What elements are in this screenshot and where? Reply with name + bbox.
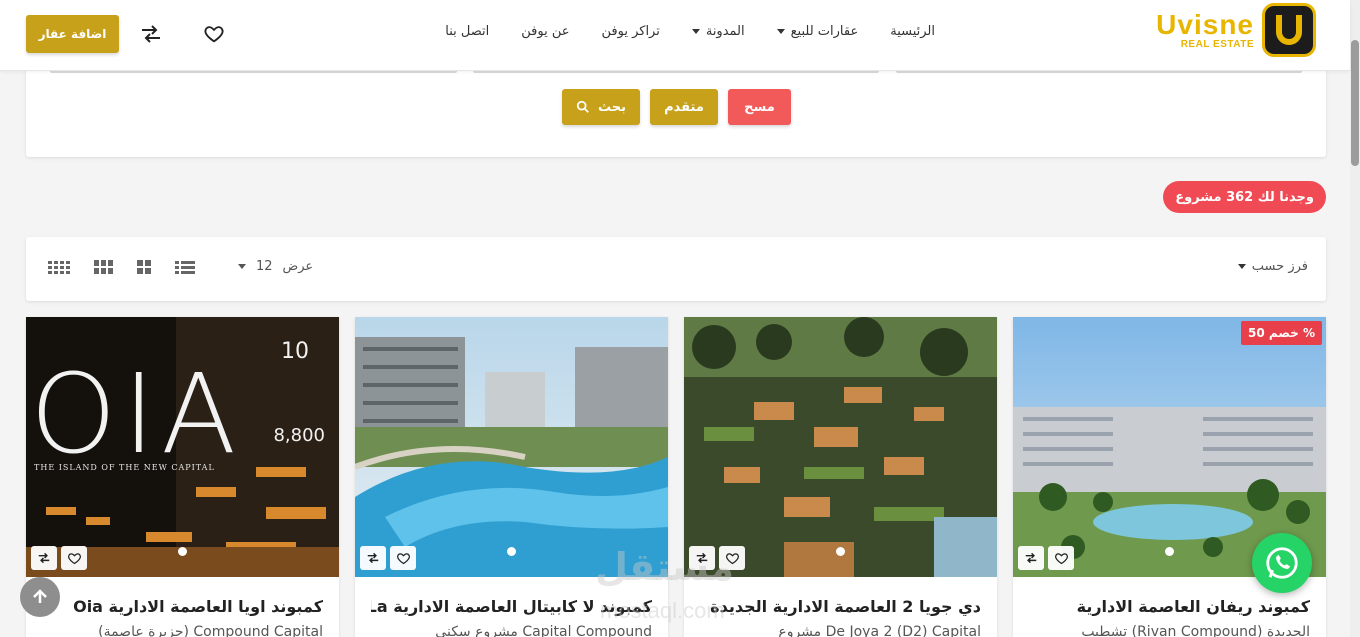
grid-4-view-icon[interactable] [48,260,70,274]
nav-about[interactable]: عن يوفن [521,24,569,39]
view-switcher [48,260,195,274]
property-subtitle: De Joya 2 (D2) Capital مشروع [778,624,981,637]
per-page-value: 12 [256,259,273,274]
nav-contact[interactable]: اتصل بنا [445,24,489,39]
nav-label: عن يوفن [521,24,570,39]
chevron-down-icon [691,29,700,34]
chevron-down-icon [1237,264,1246,269]
add-property-button[interactable]: اضافة عقار [26,15,119,53]
search-icon [576,100,589,113]
logo-name: Uvisne [1156,8,1254,40]
select-field[interactable] [896,71,1302,73]
discount-badge: خصم 50 % [1241,321,1322,345]
watermark-arabic: مستقل [595,545,734,589]
advanced-search-button[interactable]: متقدم [650,89,718,125]
card-actions [360,546,416,570]
property-title[interactable]: كمبوند اويا العاصمة الادارية Oia [42,597,323,616]
promo-years: 10 [281,339,309,364]
scrollbar-thumb[interactable] [1351,40,1359,166]
card-actions [1018,546,1074,570]
listing-toolbar: فرز حسب 12 عرض [26,237,1326,301]
oia-brand: OIA [30,350,243,478]
chevron-down-icon [238,264,246,269]
property-photo [355,317,668,577]
logo-mark-icon [1262,3,1316,57]
select-field[interactable] [473,71,879,73]
oia-tagline: THE ISLAND OF THE NEW CAPITAL [34,463,215,472]
nav-tracker[interactable]: تراكر يوفن [602,24,660,39]
logo[interactable]: Uvisne REAL ESTATE [1156,2,1316,58]
favorite-heart-icon[interactable] [61,546,87,570]
compare-icon[interactable] [138,22,164,46]
grid-3-view-icon[interactable] [94,260,113,274]
clear-button[interactable]: مسح [728,89,791,125]
watermark-latin: mostaql.com [600,598,725,623]
search-button-label: بحث [597,99,626,115]
results-count-badge: وجدنا لك 362 مشروع [1163,181,1326,213]
carousel-dot[interactable] [507,547,516,556]
per-page-dropdown[interactable]: 12 عرض [238,259,313,274]
page-scrollbar[interactable] [1350,0,1360,637]
nav-label: اتصل بنا [445,24,490,39]
main-nav: الرئيسية عقارات للبيع المدونة تراكر يوفن… [445,24,935,39]
card-actions [31,546,87,570]
carousel-dot[interactable] [178,547,187,556]
nav-label: تراكر يوفن [601,24,660,39]
property-card[interactable]: كمبوند لا كابيتال العاصمة الادارية La Ca… [355,317,668,637]
nav-label: المدونة [705,24,745,39]
compare-icon[interactable] [31,546,57,570]
favorites-heart-icon[interactable] [203,23,225,45]
property-card[interactable]: دي جويا 2 العاصمة الادارية الجديدة De Jo… [684,317,997,637]
property-title[interactable]: كمبوند ريفان العاصمة الادارية [1029,597,1310,616]
search-buttons: بحث متقدم مسح [562,89,791,125]
site-header: Uvisne REAL ESTATE الرئيسية عقارات للبيع… [0,0,1350,71]
nav-label: عقارات للبيع [790,24,859,39]
carousel-dot[interactable] [1165,547,1174,556]
grid-2-view-icon[interactable] [137,260,151,274]
list-view-icon[interactable] [175,260,195,274]
select-field[interactable] [50,71,457,73]
property-subtitle: الجديدة (Rivan Compound) تشطيب [1081,624,1310,637]
property-image[interactable]: 10 8,800 OIA THE ISLAND OF THE NEW CAPIT… [26,317,339,577]
property-subtitle: Capital Compound مشروع سكني [435,624,652,637]
property-title[interactable]: دي جويا 2 العاصمة الادارية الجديدة [700,597,981,616]
property-card[interactable]: 10 8,800 OIA THE ISLAND OF THE NEW CAPIT… [26,317,339,637]
search-button[interactable]: بحث [562,89,640,125]
nav-label: الرئيسية [890,24,935,39]
sort-label: فرز حسب [1251,259,1308,274]
compare-icon[interactable] [1018,546,1044,570]
nav-properties-for-sale[interactable]: عقارات للبيع [776,24,859,39]
nav-home[interactable]: الرئيسية [890,24,935,39]
back-to-top-arrow-icon[interactable] [20,577,60,617]
whatsapp-icon[interactable] [1252,533,1312,593]
promo-price: 8,800 [273,425,325,446]
property-photo [684,317,997,577]
favorite-heart-icon[interactable] [1048,546,1074,570]
favorite-heart-icon[interactable] [390,546,416,570]
logo-subtitle: REAL ESTATE [1180,38,1254,50]
logo-text: Uvisne REAL ESTATE [1156,8,1254,50]
sort-dropdown[interactable]: فرز حسب [1237,259,1308,274]
per-page-label: عرض [282,259,314,274]
property-image[interactable] [684,317,997,577]
carousel-dot[interactable] [836,547,845,556]
chevron-down-icon [776,29,785,34]
nav-blog[interactable]: المدونة [691,24,745,39]
property-image[interactable] [355,317,668,577]
compare-icon[interactable] [360,546,386,570]
property-subtitle: Compound Capital (جزيرة عاصمة) [98,624,323,637]
